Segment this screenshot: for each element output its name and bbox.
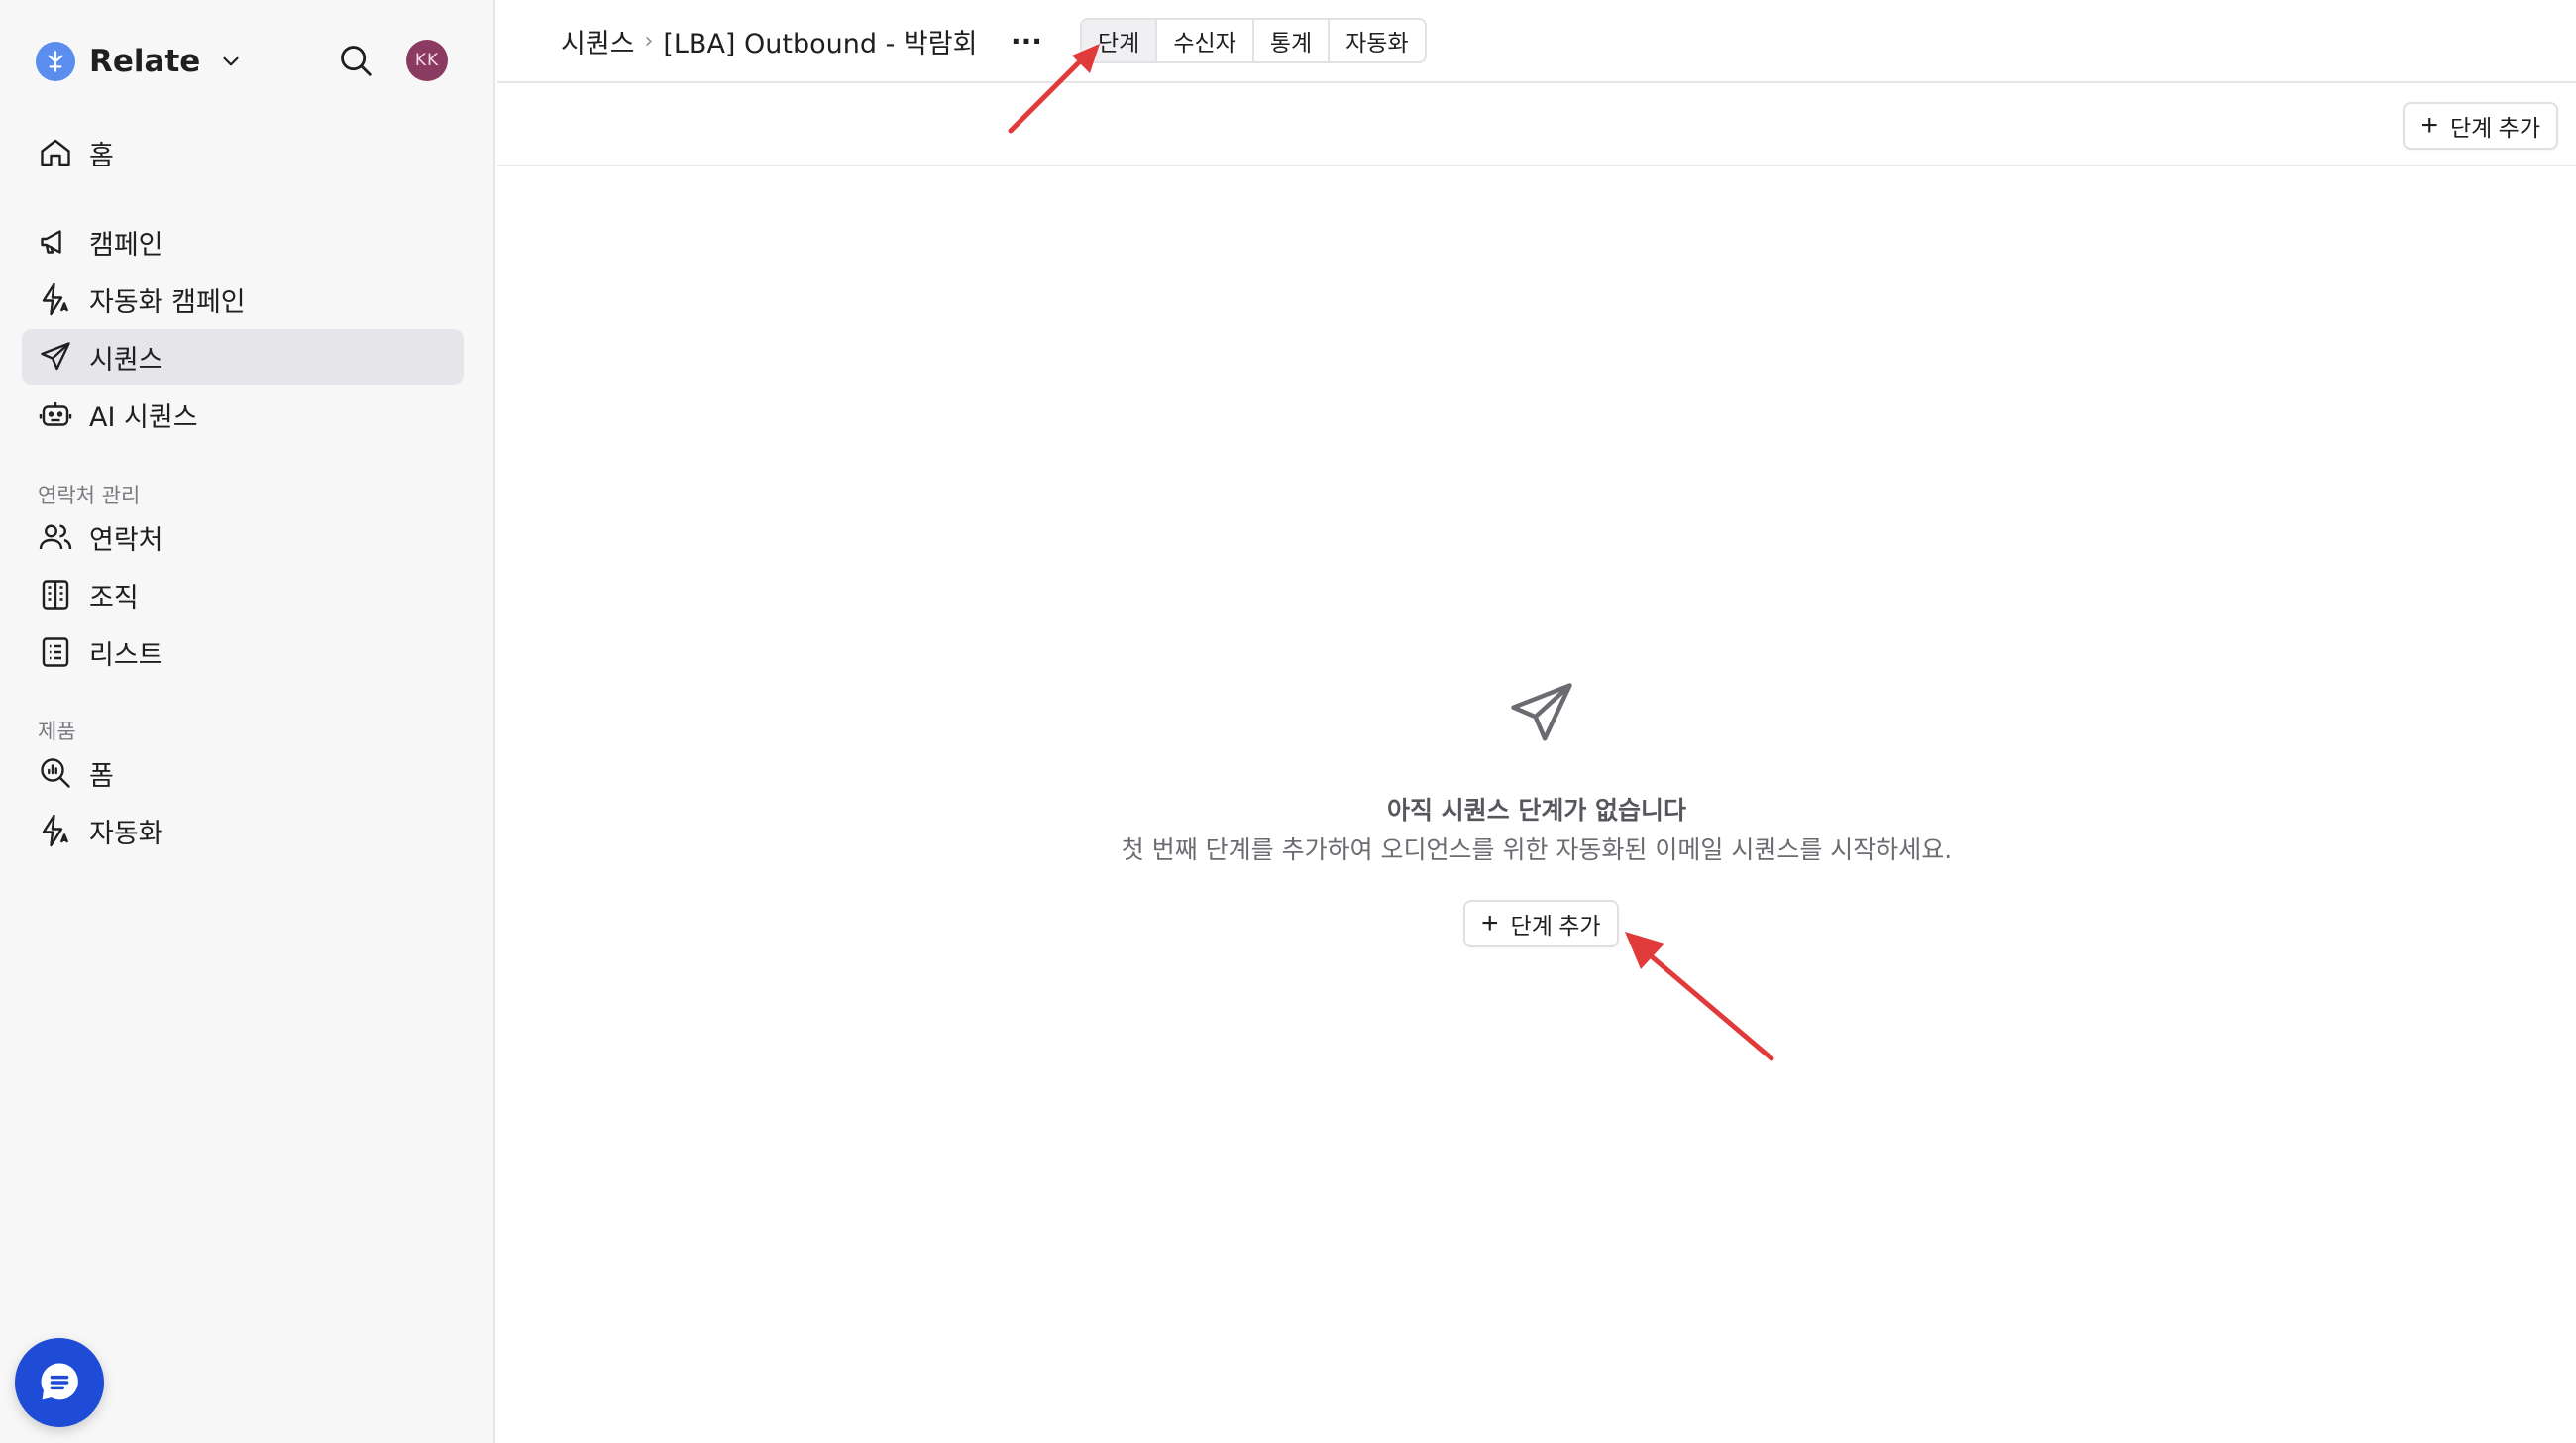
relate-logo-icon (36, 42, 75, 81)
sidebar-item-label: 홈 (89, 140, 114, 171)
megaphone-icon (41, 230, 61, 254)
sequence-tabs: 단계 수신자 통계 자동화 (1080, 18, 1427, 63)
robot-icon (39, 402, 72, 426)
search-chart-icon (41, 758, 70, 788)
empty-state: 아직 시퀀스 단계가 없습니다 첫 번째 단계를 추가하여 오디언스를 위한 자… (497, 168, 2576, 1443)
toolbar: + 단계 추가 (497, 85, 2576, 166)
tab-recipients[interactable]: 수신자 (1157, 20, 1254, 61)
add-step-label: 단계 추가 (1510, 913, 1601, 939)
sidebar-item-label: 시퀀스 (89, 344, 163, 376)
sidebar-item-label: 폼 (89, 760, 114, 792)
tab-stats[interactable]: 통계 (1254, 20, 1331, 61)
chat-support-button[interactable] (15, 1338, 104, 1427)
sidebar-item-organizations[interactable]: 조직 (22, 567, 464, 622)
lightning-icon (42, 814, 69, 847)
breadcrumb-current: [LBA] Outbound - 박람회 (663, 28, 978, 59)
sidebar-item-label: 자동화 (89, 818, 163, 849)
sidebar-item-home[interactable]: 홈 (22, 125, 464, 180)
lightning-icon (42, 282, 69, 316)
sidebar-item-label: 조직 (89, 582, 139, 613)
sidebar-item-label: 연락처 (89, 524, 163, 556)
workspace-switcher[interactable]: Relate (36, 40, 244, 83)
sidebar: Relate KK 홈 캠페인 자동화 캠페인 시퀀스 AI 시퀀스 연락처 관… (0, 0, 495, 1443)
search-icon[interactable] (337, 42, 375, 79)
breadcrumb-separator: › (644, 28, 654, 54)
home-icon (41, 139, 70, 166)
annotation-arrow-button (1625, 932, 1774, 1061)
sidebar-item-automation[interactable]: 자동화 (22, 803, 464, 858)
section-label-contacts: 연락처 관리 (38, 484, 141, 507)
plus-icon: + (1481, 907, 1499, 940)
sidebar-item-campaign[interactable]: 캠페인 (22, 214, 464, 270)
annotation-arrow-tab (1008, 44, 1100, 134)
sidebar-item-label: AI 시퀀스 (89, 401, 198, 433)
chat-icon (41, 1363, 78, 1400)
paper-plane-icon (1511, 683, 1572, 741)
sidebar-item-ai-sequence[interactable]: AI 시퀀스 (22, 387, 464, 442)
top-bar: 시퀀스 › [LBA] Outbound - 박람회 ··· 단계 수신자 통계… (497, 0, 2576, 83)
sidebar-item-label: 리스트 (89, 639, 163, 671)
sidebar-item-auto-campaign[interactable]: 자동화 캠페인 (22, 272, 464, 327)
sidebar-item-forms[interactable]: 폼 (22, 745, 464, 801)
add-step-label: 단계 추가 (2449, 115, 2540, 141)
plus-icon: + (2420, 109, 2438, 142)
chevron-down-icon (223, 56, 239, 66)
empty-state-title: 아직 시퀀스 단계가 없습니다 (1386, 796, 1687, 825)
list-icon (42, 637, 69, 667)
breadcrumb-root[interactable]: 시퀀스 (561, 22, 635, 60)
breadcrumb: 시퀀스 › [LBA] Outbound - 박람회 (561, 20, 977, 61)
tab-automation[interactable]: 자동화 (1330, 20, 1424, 61)
building-icon (42, 580, 69, 610)
sidebar-item-lists[interactable]: 리스트 (22, 624, 464, 680)
workspace-name: Relate (89, 44, 201, 79)
add-first-step-button[interactable]: + 단계 추가 (1463, 900, 1619, 947)
paper-plane-icon (41, 342, 70, 371)
section-label-product: 제품 (38, 720, 76, 743)
add-step-button[interactable]: + 단계 추가 (2403, 102, 2558, 150)
avatar[interactable]: KK (406, 40, 448, 81)
sidebar-item-label: 자동화 캠페인 (89, 286, 246, 318)
sidebar-item-label: 캠페인 (89, 229, 163, 261)
users-icon (39, 524, 72, 550)
sidebar-item-sequence[interactable]: 시퀀스 (22, 329, 464, 385)
sidebar-item-contacts[interactable]: 연락처 (22, 509, 464, 565)
empty-state-description: 첫 번째 단계를 추가하여 오디언스를 위한 자동화된 이메일 시퀀스를 시작하… (1121, 835, 1953, 864)
